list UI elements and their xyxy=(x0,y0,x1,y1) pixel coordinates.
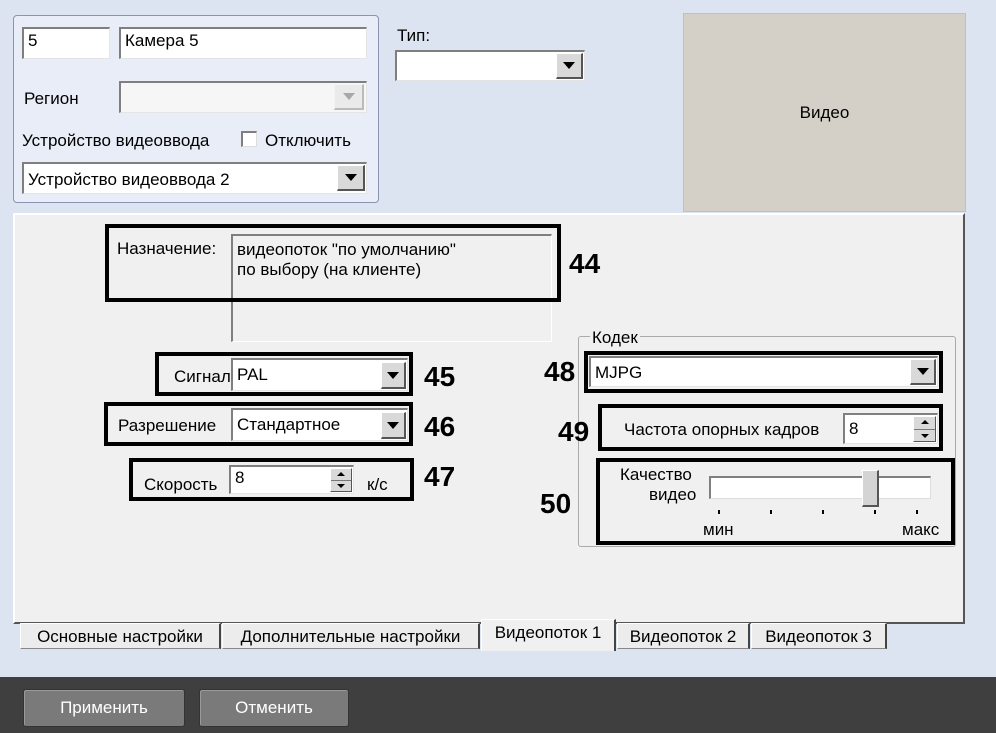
codec-group-label: Кодек xyxy=(590,328,640,347)
annotation-box-44 xyxy=(105,224,561,302)
annotation-number-47: 47 xyxy=(424,461,456,492)
tab-videostream-3[interactable]: Видеопоток 3 xyxy=(751,623,887,649)
annotation-box-47 xyxy=(129,458,414,501)
disable-checkbox[interactable] xyxy=(241,131,257,147)
annotation-box-49 xyxy=(598,404,943,451)
annotation-box-45 xyxy=(155,352,413,396)
tab-videostream-1[interactable]: Видеопоток 1 xyxy=(481,619,616,651)
camera-name-field[interactable]: Камера 5 xyxy=(119,27,367,59)
annotation-number-48: 48 xyxy=(544,356,576,387)
region-label: Регион xyxy=(24,89,79,108)
camera-number-field[interactable]: 5 xyxy=(22,27,110,59)
tab-basic-settings[interactable]: Основные настройки xyxy=(20,623,221,649)
annotation-box-46 xyxy=(104,402,413,446)
chevron-down-icon xyxy=(344,174,357,181)
region-dropdown-button[interactable] xyxy=(334,84,364,110)
apply-button[interactable]: Применить xyxy=(23,689,185,727)
region-select[interactable] xyxy=(119,81,367,113)
annotation-number-49: 49 xyxy=(558,416,590,447)
disable-label: Отключить xyxy=(265,131,351,150)
annotation-box-50 xyxy=(596,458,955,545)
annotation-number-50: 50 xyxy=(540,488,572,519)
annotation-number-46: 46 xyxy=(424,411,456,442)
annotation-box-48 xyxy=(584,351,943,393)
type-label: Тип: xyxy=(397,26,431,45)
video-device-select[interactable]: Устройство видеоввода 2 xyxy=(22,162,367,194)
cancel-button[interactable]: Отменить xyxy=(199,689,349,727)
video-preview-label: Видео xyxy=(799,102,850,122)
video-device-dropdown-button[interactable] xyxy=(337,165,365,191)
tab-videostream-2[interactable]: Видеопоток 2 xyxy=(617,623,750,649)
annotation-number-45: 45 xyxy=(424,361,456,392)
chevron-down-icon xyxy=(342,93,355,100)
tab-advanced-settings[interactable]: Дополнительные настройки xyxy=(222,623,480,649)
chevron-down-icon xyxy=(563,62,575,69)
video-device-value: Устройство видеоввода 2 xyxy=(28,170,230,189)
type-dropdown-button[interactable] xyxy=(556,53,583,79)
video-device-label: Устройство видеоввода xyxy=(22,131,210,150)
annotation-number-44: 44 xyxy=(569,248,601,279)
video-preview: Видео xyxy=(683,13,966,212)
